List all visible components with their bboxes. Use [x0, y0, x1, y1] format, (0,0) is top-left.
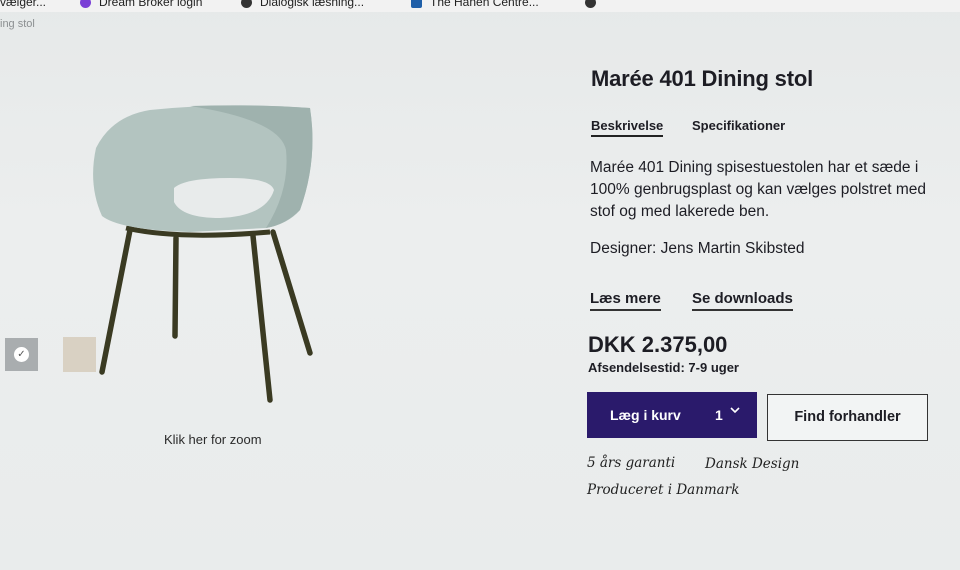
zoom-link[interactable]: Klik her for zoom: [164, 432, 262, 447]
hanen-icon: [411, 0, 422, 9]
bookmark-1[interactable]: vælger...: [0, 0, 46, 8]
bookmark-label: vælger...: [0, 0, 47, 9]
read-more-link[interactable]: Læs mere: [590, 290, 661, 311]
bookmarks-bar: vælger... Dream Broker login Dialogisk l…: [0, 0, 960, 12]
product-price: DKK 2.375,00: [588, 332, 728, 357]
chair-legs: [99, 227, 313, 403]
bookmark-icon: [585, 0, 596, 9]
quantity-select[interactable]: 1: [715, 407, 723, 423]
add-to-cart-button[interactable]: Læg i kurv 1: [587, 392, 757, 438]
shipping-time: Afsendelsestid: 7-9 uger: [588, 360, 739, 375]
add-to-cart-label: Læg i kurv: [610, 407, 681, 423]
bookmark-label: Dream Broker login: [99, 0, 203, 9]
bookmark-3[interactable]: Dialogisk læsning...: [241, 0, 365, 9]
feature-warranty: 5 års garanti: [587, 455, 676, 471]
check-icon: ✓: [14, 347, 29, 362]
thumbnail-beige[interactable]: [63, 337, 96, 372]
product-title: Marée 401 Dining stol: [591, 66, 813, 91]
tab-description[interactable]: Beskrivelse: [591, 118, 664, 137]
product-description: Marée 401 Dining spisestuestolen har et …: [590, 159, 927, 220]
chevron-down-icon[interactable]: [729, 405, 741, 415]
bookmark-4[interactable]: The Hanen Centre...: [411, 0, 539, 9]
tab-specifications[interactable]: Specifikationer: [692, 118, 785, 133]
bookmark-label: Dialogisk læsning...: [260, 0, 365, 9]
downloads-link[interactable]: Se downloads: [692, 290, 793, 311]
bookmark-label: The Hanen Centre...: [430, 0, 539, 9]
breadcrumb[interactable]: ing stol: [0, 18, 35, 30]
thumbnail-grey[interactable]: ✓: [5, 338, 38, 371]
dream-broker-icon: [80, 0, 91, 9]
find-dealer-button[interactable]: Find forhandler: [767, 394, 928, 441]
bookmark-2[interactable]: Dream Broker login: [80, 0, 203, 9]
designer-text: Designer: Jens Martin Skibsted: [590, 240, 805, 257]
dialogisk-icon: [241, 0, 252, 9]
bookmark-5[interactable]: [585, 0, 604, 9]
product-image[interactable]: [90, 100, 320, 410]
feature-danish-design: Dansk Design: [705, 456, 800, 472]
feature-made-in-denmark: Produceret i Danmark: [587, 482, 740, 498]
